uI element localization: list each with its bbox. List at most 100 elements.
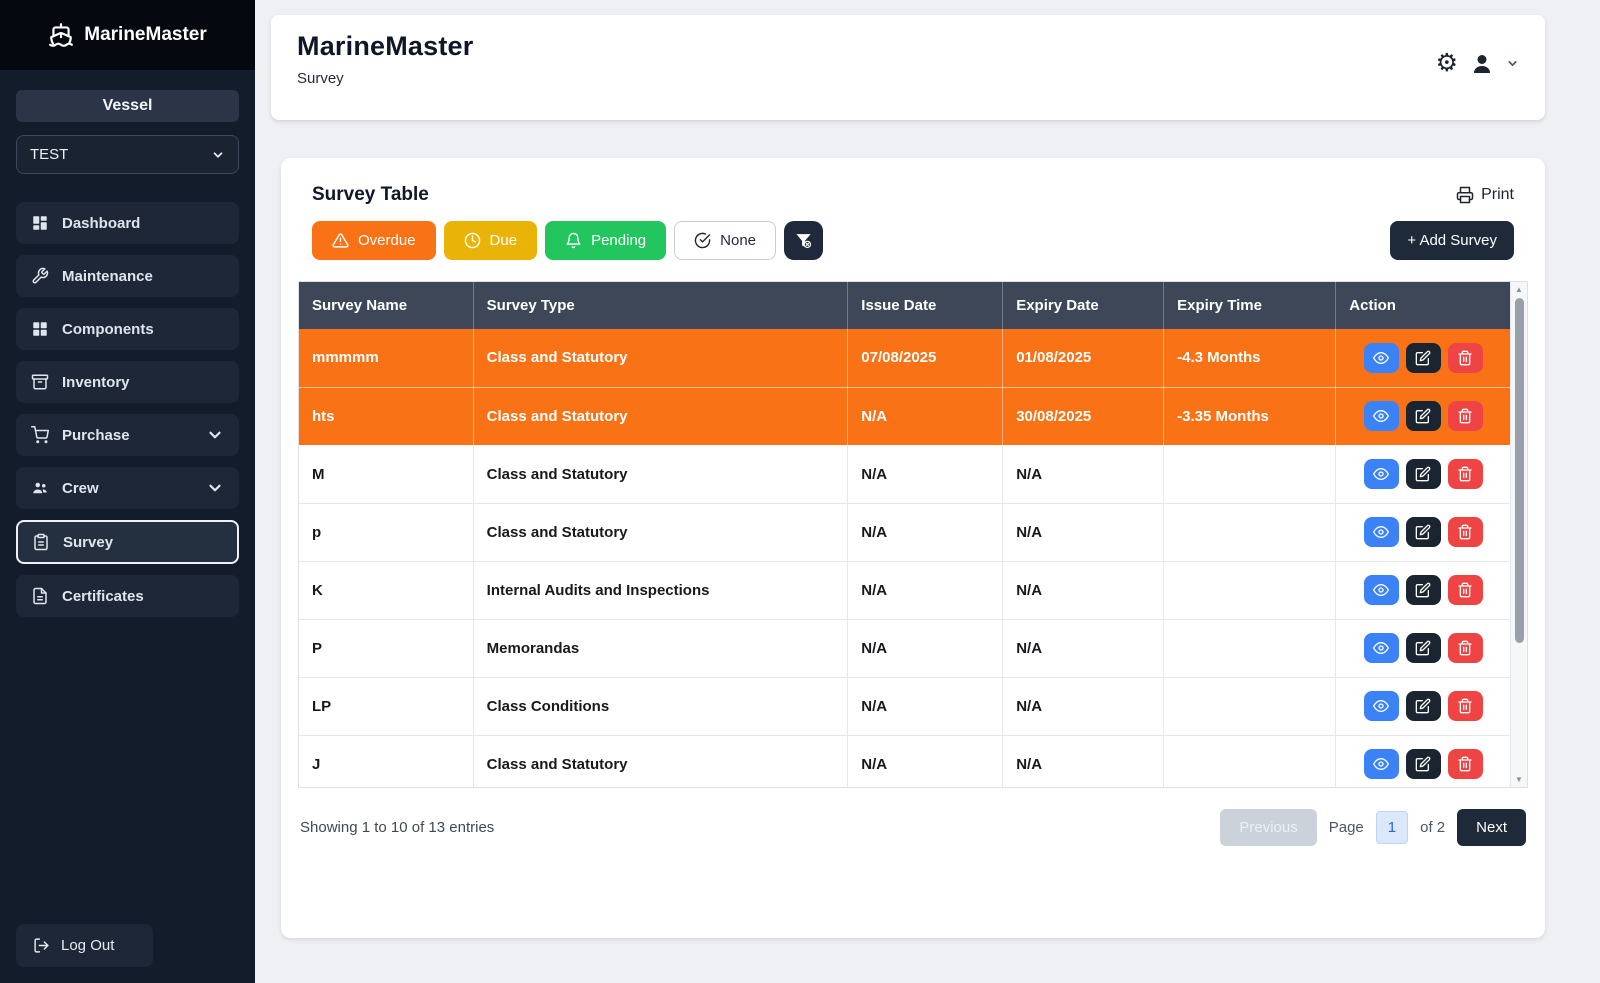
filter-overdue-button[interactable]: Overdue (312, 221, 436, 260)
edit-button[interactable] (1406, 459, 1441, 489)
crew-icon (31, 479, 49, 497)
sidebar-item-inventory[interactable]: Inventory (16, 361, 239, 403)
previous-page-button[interactable]: Previous (1220, 809, 1316, 846)
sidebar-item-dashboard[interactable]: Dashboard (16, 202, 239, 244)
trash-icon (1457, 640, 1473, 656)
sidebar-item-purchase[interactable]: Purchase (16, 414, 239, 456)
trash-icon (1457, 582, 1473, 598)
add-survey-button[interactable]: + Add Survey (1390, 221, 1514, 260)
trash-icon (1457, 350, 1473, 366)
delete-button[interactable] (1448, 401, 1483, 431)
edit-button[interactable] (1406, 691, 1441, 721)
sidebar-item-maintenance[interactable]: Maintenance (16, 255, 239, 297)
sidebar-item-label: Certificates (62, 588, 144, 605)
filter-pending-button[interactable]: Pending (545, 221, 666, 260)
cell-expiry-date: N/A (1003, 619, 1164, 677)
edit-button[interactable] (1406, 575, 1441, 605)
cell-issue-date: 07/08/2025 (848, 329, 1003, 387)
col-expiry-time: Expiry Time (1164, 282, 1336, 329)
filter-pending-label: Pending (591, 232, 646, 249)
edit-icon (1415, 582, 1431, 598)
sidebar-item-label: Purchase (62, 427, 130, 444)
scroll-down-arrow[interactable]: ▼ (1511, 775, 1527, 784)
delete-button[interactable] (1448, 749, 1483, 779)
view-button[interactable] (1364, 633, 1399, 663)
scrollbar-thumb[interactable] (1515, 298, 1524, 643)
filter-x-icon (795, 232, 812, 249)
pagination: Previous Page 1 of 2 Next (1220, 809, 1526, 846)
cell-name: M (299, 445, 473, 503)
eye-icon (1373, 466, 1389, 482)
edit-icon (1415, 408, 1431, 424)
chevron-down-icon[interactable] (1506, 57, 1519, 70)
sidebar-item-label: Maintenance (62, 268, 153, 285)
cell-name: p (299, 503, 473, 561)
table-scrollbar[interactable]: ▲ ▼ (1510, 282, 1527, 787)
edit-icon (1415, 698, 1431, 714)
col-action: Action (1336, 282, 1510, 329)
next-page-button[interactable]: Next (1457, 809, 1526, 846)
clear-filter-button[interactable] (784, 221, 823, 260)
edit-button[interactable] (1406, 749, 1441, 779)
table-row: P Memorandas N/A N/A (299, 619, 1510, 677)
delete-button[interactable] (1448, 459, 1483, 489)
filter-due-button[interactable]: Due (444, 221, 538, 260)
view-button[interactable] (1364, 343, 1399, 373)
table-row: LP Class Conditions N/A N/A (299, 677, 1510, 735)
eye-icon (1373, 582, 1389, 598)
scroll-up-arrow[interactable]: ▲ (1511, 285, 1527, 294)
print-label: Print (1481, 186, 1514, 204)
sidebar-item-certificates[interactable]: Certificates (16, 575, 239, 617)
filter-none-label: None (720, 232, 756, 249)
view-button[interactable] (1364, 691, 1399, 721)
edit-button[interactable] (1406, 343, 1441, 373)
eye-icon (1373, 756, 1389, 772)
delete-button[interactable] (1448, 575, 1483, 605)
cell-type: Class and Statutory (473, 329, 848, 387)
filter-none-button[interactable]: None (674, 221, 776, 260)
col-survey-name: Survey Name (299, 282, 473, 329)
vessel-select-value: TEST (30, 146, 68, 163)
delete-button[interactable] (1448, 633, 1483, 663)
eye-icon (1373, 698, 1389, 714)
view-button[interactable] (1364, 575, 1399, 605)
delete-button[interactable] (1448, 343, 1483, 373)
sidebar-item-label: Components (62, 321, 154, 338)
cell-expiry-date: N/A (1003, 677, 1164, 735)
edit-button[interactable] (1406, 517, 1441, 547)
view-button[interactable] (1364, 517, 1399, 547)
cell-expiry-time (1164, 503, 1336, 561)
filter-overdue-label: Overdue (358, 232, 416, 249)
view-button[interactable] (1364, 401, 1399, 431)
main-content: MarineMaster Survey ⚙ Survey Table Print (255, 0, 1600, 983)
sidebar-body: Vessel TEST Dashboard Maintenance Compon… (0, 70, 255, 983)
page-label: Page (1329, 819, 1364, 836)
col-expiry-date: Expiry Date (1003, 282, 1164, 329)
cell-type: Internal Audits and Inspections (473, 561, 848, 619)
edit-button[interactable] (1406, 401, 1441, 431)
user-icon[interactable] (1470, 52, 1494, 76)
breadcrumb: Survey (297, 70, 473, 87)
cell-issue-date: N/A (848, 387, 1003, 445)
col-survey-type: Survey Type (473, 282, 848, 329)
brand: MarineMaster (0, 0, 255, 70)
sidebar-item-survey[interactable]: Survey (16, 520, 239, 564)
cell-expiry-time: -4.3 Months (1164, 329, 1336, 387)
delete-button[interactable] (1448, 691, 1483, 721)
vessel-select[interactable]: TEST (16, 135, 239, 174)
logout-button[interactable]: Log Out (16, 924, 153, 967)
view-button[interactable] (1364, 459, 1399, 489)
delete-button[interactable] (1448, 517, 1483, 547)
sidebar-item-crew[interactable]: Crew (16, 467, 239, 509)
edit-button[interactable] (1406, 633, 1441, 663)
view-button[interactable] (1364, 749, 1399, 779)
gear-icon[interactable]: ⚙ (1436, 51, 1458, 76)
eye-icon (1373, 524, 1389, 540)
page-count-label: of 2 (1420, 819, 1445, 836)
edit-icon (1415, 524, 1431, 540)
wrench-icon (31, 267, 49, 285)
cell-expiry-date: N/A (1003, 445, 1164, 503)
print-button[interactable]: Print (1456, 186, 1514, 204)
sidebar-item-components[interactable]: Components (16, 308, 239, 350)
cell-expiry-time (1164, 619, 1336, 677)
